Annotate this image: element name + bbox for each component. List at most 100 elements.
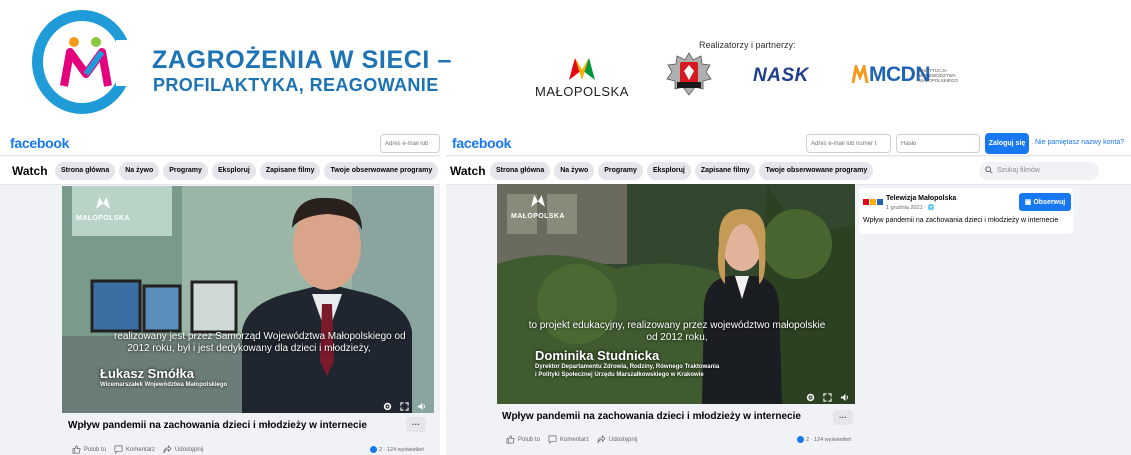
like-button[interactable]: Polub to [72,445,106,454]
login-button[interactable]: Zaloguj się [985,133,1029,154]
volume-icon[interactable] [840,389,849,402]
password-field[interactable] [896,134,980,153]
settings-gear-icon[interactable] [383,398,392,411]
video-brand-text: MAŁOPOLSKA [76,215,130,222]
tab-following[interactable]: Twoje obserwowane programy [759,162,874,180]
speaker-role-line-2: i Polityki Społecznej Urzędu Marszałkows… [535,372,704,378]
fullscreen-icon[interactable] [823,389,832,402]
thumbs-up-icon [506,435,515,444]
facebook-top-bar: facebook [0,130,440,156]
video-player[interactable]: MAŁOPOLSKA to projekt edukacyjny, realiz… [497,184,855,404]
watch-nav: Watch Strona główna Na żywo Programy Eks… [446,157,1131,185]
post-date[interactable]: 1 grudnia 2021 · 🌐 [886,205,934,211]
video-search-input[interactable]: Szukaj filmów [979,162,1099,180]
tab-home[interactable]: Strona główna [55,162,116,180]
reactions-views[interactable]: 2 · 124 wyświetleń [370,446,424,453]
speaker-role-line-1: Dyrektor Departamentu Zdrowia, Rodziny, … [535,364,720,370]
forgot-account-link[interactable]: Nie pamiętasz nazwy konta? [1035,139,1124,146]
tab-shows[interactable]: Programy [598,162,643,180]
email-field[interactable] [380,134,440,153]
post-actions: Polub to Komentarz Udostępnij [72,445,203,454]
caption-line-2: od 2012 roku, [646,332,708,343]
comment-label: Komentarz [560,436,590,443]
mcdn-logo: MCDN INSTYTUCJA WOJEWÓDZTWA MAŁOPOLSKIEG… [851,63,963,95]
nask-logo: NASK [753,65,809,86]
settings-gear-icon[interactable] [806,389,815,402]
post-title[interactable]: Wpływ pandemii na zachowania dzieci i mł… [502,411,801,422]
tab-live[interactable]: Na żywo [554,162,595,180]
email-field[interactable] [806,134,891,153]
speaker-name-block: Dominika Studnicka Dyrektor Departamentu… [535,348,719,379]
fullscreen-icon[interactable] [400,398,409,411]
more-options-button[interactable]: ··· [833,410,853,425]
post-title[interactable]: Wpływ pandemii na zachowania dzieci i mł… [68,420,367,431]
tab-explore[interactable]: Eksploruj [646,162,691,180]
like-reaction-icon [797,436,804,443]
facebook-logo[interactable]: facebook [10,135,69,151]
share-icon [597,435,606,444]
facebook-logo[interactable]: facebook [452,135,511,151]
facebook-panel-right: facebook Zaloguj się Nie pamiętasz nazwy… [446,130,1131,455]
caption-line-1: to projekt edukacyjny, realizowany przez… [528,320,826,331]
volume-icon[interactable] [417,398,426,411]
watch-heading: Watch [450,164,486,178]
telewizja-malopolska-logo-icon [863,199,883,205]
tab-saved[interactable]: Zapisane filmy [694,162,756,180]
mcdn-mark-icon [851,65,869,84]
malopolska-mark-icon [96,197,110,209]
tab-explore[interactable]: Eksploruj [211,162,256,180]
malopolska-mark-icon [569,58,595,80]
policja-badge-icon [666,52,712,96]
video-caption: realizowany jest przez Samorząd Wojewódz… [114,331,406,355]
video-controls [806,389,849,402]
page: ZAGROŻENIA W SIECI – PROFILAKTYKA, REAGO… [0,0,1131,455]
share-button[interactable]: Udostępnij [163,445,203,454]
video-caption: to projekt edukacyjny, realizowany przez… [527,320,827,344]
caption-line-2: 2012 roku, był i jest dedykowany dla dzi… [127,343,371,354]
more-options-button[interactable]: ··· [406,417,426,432]
post-actions: Polub to Komentarz Udostępnij [506,435,637,444]
banner: ZAGROŻENIA W SIECI – PROFILAKTYKA, REAGO… [0,0,1131,130]
views-count: 2 · 124 wyświetleń [806,436,852,443]
watch-nav: Watch Strona główna Na żywo Programy Eks… [0,157,440,185]
facebook-top-bar: facebook Zaloguj się Nie pamiętasz nazwy… [446,130,1131,156]
video-controls [383,398,426,411]
share-button[interactable]: Udostępnij [597,435,637,444]
malopolska-text: MAŁOPOLSKA [535,84,629,99]
logo-gap [116,40,140,86]
tab-saved[interactable]: Zapisane filmy [259,162,321,180]
video-brand: MAŁOPOLSKA [511,194,565,220]
tab-following[interactable]: Twoje obserwowane programy [324,162,439,180]
thumbs-up-icon [72,445,81,454]
share-icon [163,445,172,454]
campaign-logo-figure [60,37,112,87]
tab-home[interactable]: Strona główna [490,162,551,180]
comment-label: Komentarz [126,446,156,453]
follow-button[interactable]: ▣ Obserwuj [1019,193,1071,211]
speaker-name: Łukasz Smółka [100,366,194,381]
speaker-name: Dominika Studnicka [535,348,660,363]
like-button[interactable]: Polub to [506,435,540,444]
video-player[interactable]: MAŁOPOLSKA realizowany jest przez Samorz… [62,186,434,413]
malopolska-mark-icon [531,195,545,207]
comment-button[interactable]: Komentarz [114,445,155,454]
watch-heading: Watch [12,164,48,178]
like-label: Polub to [84,446,107,453]
mcdn-subtext: INSTYTUCJA WOJEWÓDZTWA MAŁOPOLSKIEGO [919,68,959,83]
like-label: Polub to [518,436,541,443]
share-label: Udostępnij [609,436,638,443]
reactions-views[interactable]: 2 · 124 wyświetleń [797,436,851,443]
video-brand-text: MAŁOPOLSKA [511,213,565,220]
tab-shows[interactable]: Programy [163,162,208,180]
facebook-panel-left: facebook Watch Strona główna Na żywo Pro… [0,130,440,455]
channel-name[interactable]: Telewizja Małopolska [886,195,956,202]
follow-label: Obserwuj [1033,199,1066,206]
search-icon [985,166,993,174]
comment-button[interactable]: Komentarz [548,435,589,444]
watch-tabs: Strona główna Na żywo Programy Eksploruj… [490,162,874,180]
search-placeholder: Szukaj filmów [997,167,1040,174]
tab-live[interactable]: Na żywo [119,162,160,180]
watch-tabs: Strona główna Na żywo Programy Eksploruj… [55,162,439,180]
speaker-role: Wicemarszałek Województwa Małopolskiego [100,382,228,388]
banner-title: ZAGROŻENIA W SIECI – [152,46,452,74]
